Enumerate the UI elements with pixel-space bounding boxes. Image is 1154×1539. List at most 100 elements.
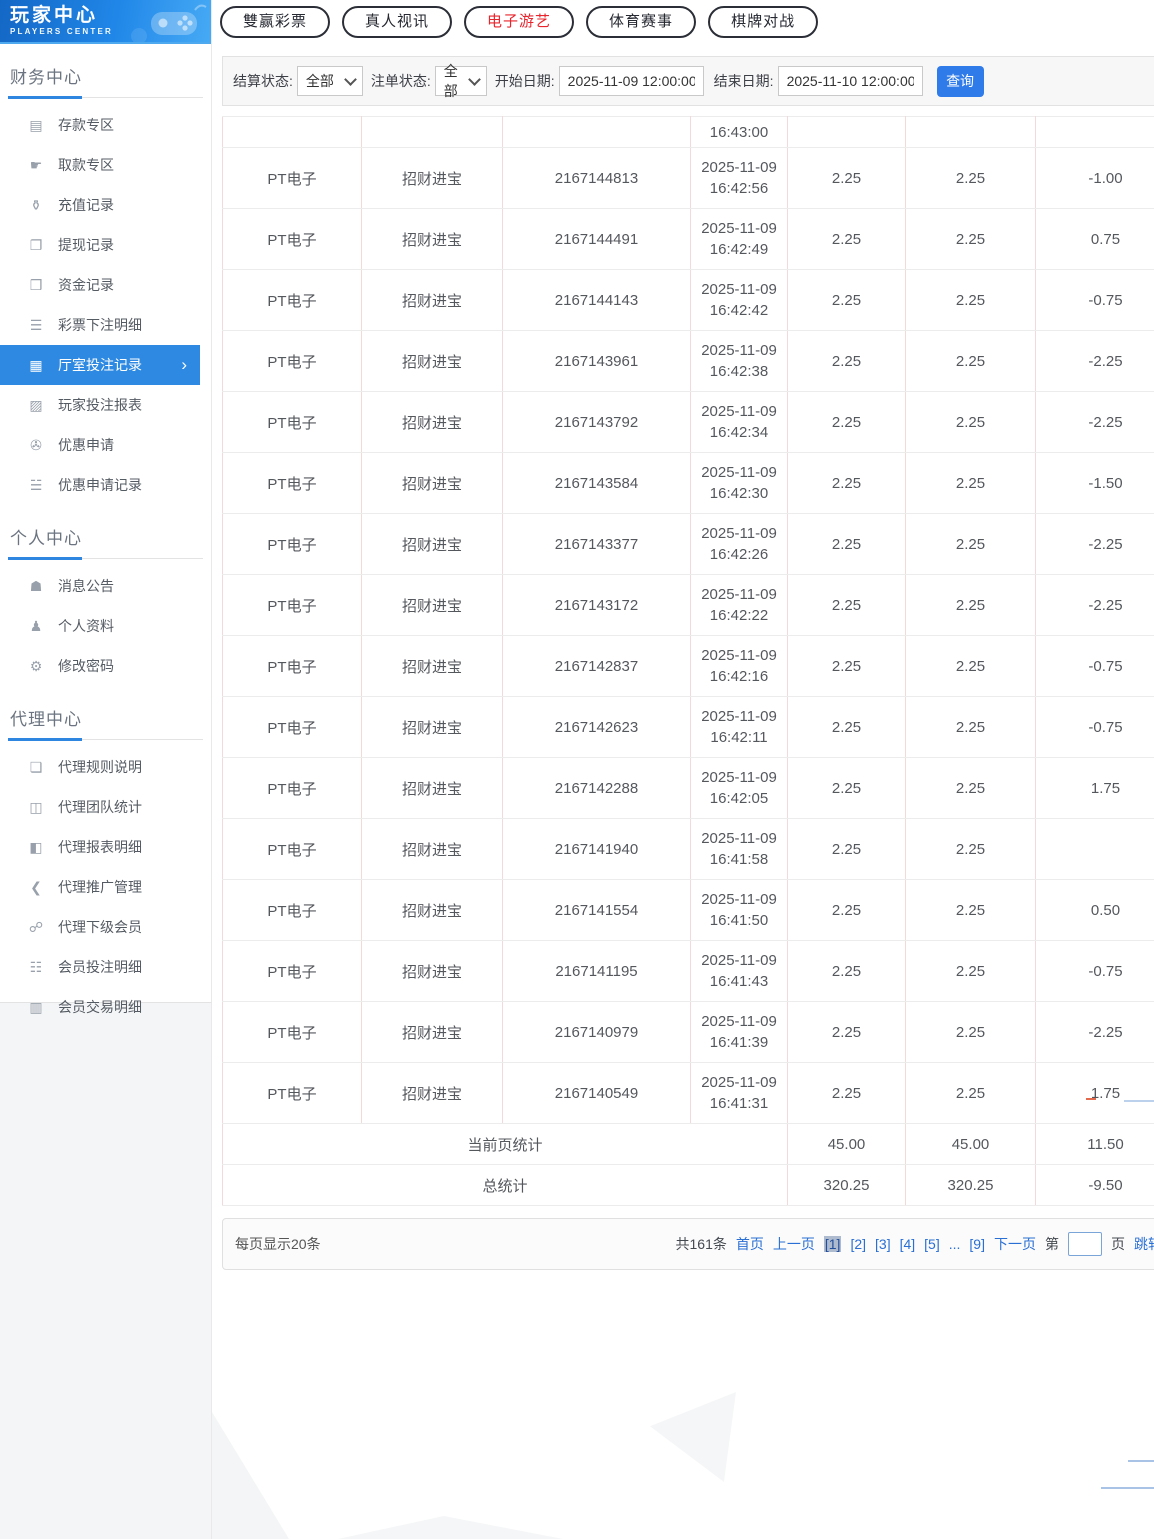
sidebar-section: 财务中心 ▤ 存款专区 ☛ 取款专区 ⚱ 充值记录 ❐ 提现记录 ❒ 资金记录 ☰ 彩票下注明细 ▦ 厅室投… xyxy=(0,57,211,505)
sidebar-item-label: 优惠申请 xyxy=(58,437,114,453)
settle-status-select[interactable]: 全部 xyxy=(296,66,363,96)
sidebar-item-agent-report-details[interactable]: ◧ 代理报表明细 xyxy=(0,827,211,867)
cell-bet-time: 2025-11-09 16:42:49 xyxy=(690,208,788,270)
cell-bet-time: 2025-11-09 16:42:38 xyxy=(690,330,788,392)
page-summary-row: 当前页统计 45.00 45.00 11.50 xyxy=(222,1123,1154,1165)
bet-time: 16:42:05 xyxy=(709,790,769,807)
sidebar-item-change-password[interactable]: ⚙ 修改密码 xyxy=(0,646,211,686)
next-page-link[interactable]: 下一页 xyxy=(994,1234,1036,1254)
order-status-select[interactable]: 全部 xyxy=(434,63,487,99)
document-icon: ❏ xyxy=(29,758,43,775)
cell-win-loss: 1.75 xyxy=(1035,1062,1154,1124)
jump-page-input[interactable] xyxy=(1068,1232,1102,1256)
page-number-9[interactable]: [9] xyxy=(969,1236,985,1252)
cell-game-name: 招财进宝 xyxy=(361,513,503,575)
cell-order-no: 2167141940 xyxy=(502,818,691,880)
cell-game-name: 招财进宝 xyxy=(361,635,503,697)
sidebar-item-lottery-bet-details[interactable]: ☰ 彩票下注明细 xyxy=(0,305,211,345)
sidebar-item-withdraw[interactable]: ☛ 取款专区 xyxy=(0,145,211,185)
cell-order-no: 2167140549 xyxy=(502,1062,691,1124)
cell-bet-amount: 2.25 xyxy=(787,330,906,392)
sidebar-item-label: 取款专区 xyxy=(58,157,114,173)
share-icon: ❮ xyxy=(30,878,42,895)
nav-tab-lottery[interactable]: 雙赢彩票 xyxy=(220,6,331,38)
sidebar-item-announcements[interactable]: ☗ 消息公告 xyxy=(0,566,211,606)
sidebar-item-agent-sub-members[interactable]: ☍ 代理下级会员 xyxy=(0,907,211,947)
bet-date: 2025-11-09 xyxy=(701,281,777,298)
table-row: PT电子 招财进宝 2167142288 2025-11-09 16:42:05 2.25… xyxy=(222,757,1154,819)
cell-order-no: 2167143377 xyxy=(502,513,691,575)
logo[interactable]: 玩家中心 PLAYERS CENTER xyxy=(0,0,211,44)
nav-tab-live-casino[interactable]: 真人视讯 xyxy=(342,6,453,38)
bet-time: 16:41:50 xyxy=(709,912,769,929)
sidebar-item-hall-bet-records[interactable]: ▦ 厅室投注记录 › xyxy=(0,345,200,385)
cell-valid-bet: 2.25 xyxy=(905,635,1036,697)
cell-win-loss: -1.00 xyxy=(1035,147,1154,209)
sidebar-item-label: 提现记录 xyxy=(58,237,114,253)
sidebar-item-profile[interactable]: ♟ 个人资料 xyxy=(0,606,211,646)
cell-game-name: 招财进宝 xyxy=(361,696,503,758)
sidebar-item-promo-apply[interactable]: ✇ 优惠申请 xyxy=(0,425,211,465)
page-number-2[interactable]: [2] xyxy=(850,1236,866,1252)
nav-tab-board-games[interactable]: 棋牌对战 xyxy=(708,6,819,38)
section-items: ☗ 消息公告 ♟ 个人资料 ⚙ 修改密码 xyxy=(0,566,211,686)
bet-time: 16:41:58 xyxy=(709,851,769,868)
section-title: 个人中心 xyxy=(8,518,203,560)
cell-bet-amount: 2.25 xyxy=(787,574,906,636)
cell-bet-time: 2025-11-09 16:42:30 xyxy=(690,452,788,514)
first-page-link[interactable]: 首页 xyxy=(736,1234,764,1254)
sidebar-item-agent-rules[interactable]: ❏ 代理规则说明 xyxy=(0,747,211,787)
sidebar-item-promo-apply-records[interactable]: ☱ 优惠申请记录 xyxy=(0,465,211,505)
page-number-4[interactable]: [4] xyxy=(900,1236,916,1252)
bet-time: 16:42:38 xyxy=(709,363,769,380)
section-title-underline xyxy=(8,96,82,99)
cell-valid-bet: 2.25 xyxy=(905,1001,1036,1063)
cell xyxy=(502,116,691,148)
sidebar-item-label: 消息公告 xyxy=(58,578,114,594)
sidebar-nav: 财务中心 ▤ 存款专区 ☛ 取款专区 ⚱ 充值记录 ❐ 提现记录 ❒ 资金记录 ☰ 彩票下注明细 ▦ 厅室投… xyxy=(0,57,211,1027)
sidebar-item-member-bet-details[interactable]: ☷ 会员投注明细 xyxy=(0,947,211,987)
table-row: PT电子 招财进宝 2167141195 2025-11-09 16:41:43 2.25… xyxy=(222,940,1154,1002)
start-date-input[interactable] xyxy=(558,66,704,96)
cell-bet-amount: 2.25 xyxy=(787,208,906,270)
page-number-3[interactable]: [3] xyxy=(875,1236,891,1252)
cell-bet-amount: 2.25 xyxy=(787,269,906,331)
nav-tab-e-games[interactable]: 电子游艺 xyxy=(464,6,575,38)
per-page-label: 每页显示20条 xyxy=(235,1236,321,1252)
sidebar-item-member-transaction-details[interactable]: ▥ 会员交易明细 xyxy=(0,987,211,1027)
bet-date: 2025-11-09 xyxy=(701,708,777,725)
order-status-value: 全部 xyxy=(443,63,458,99)
sidebar-item-recharge-records[interactable]: ⚱ 充值记录 xyxy=(0,185,211,225)
render-artifact xyxy=(1086,1098,1096,1100)
cell-bet-amount: 2.25 xyxy=(787,147,906,209)
sidebar-item-label: 存款专区 xyxy=(58,117,114,133)
page-number-5[interactable]: [5] xyxy=(924,1236,940,1252)
sidebar-item-funds-records[interactable]: ❒ 资金记录 xyxy=(0,265,211,305)
money-bag-icon: ⚱ xyxy=(30,196,42,213)
jump-action-link[interactable]: 跳转 xyxy=(1134,1234,1154,1254)
sidebar-item-deposit[interactable]: ▤ 存款专区 xyxy=(0,105,211,145)
page-number-1[interactable]: [1] xyxy=(823,1236,842,1252)
sidebar-item-player-bet-report[interactable]: ▨ 玩家投注报表 xyxy=(0,385,211,425)
cell-game-type: PT电子 xyxy=(222,696,362,758)
cell-bet-time: 2025-11-09 16:42:26 xyxy=(690,513,788,575)
prev-page-link[interactable]: 上一页 xyxy=(773,1234,815,1254)
cell-win-loss: -2.25 xyxy=(1035,391,1154,453)
section-title-text: 财务中心 xyxy=(10,68,82,87)
sidebar-item-label: 资金记录 xyxy=(58,277,114,293)
sidebar-item-agent-team-stats[interactable]: ◫ 代理团队统计 xyxy=(0,787,211,827)
cell-game-name: 招财进宝 xyxy=(361,269,503,331)
sidebar-item-withdrawal-records[interactable]: ❐ 提现记录 xyxy=(0,225,211,265)
cell-win-loss: 0.50 xyxy=(1035,879,1154,941)
cell-valid-bet: 2.25 xyxy=(905,147,1036,209)
cell-win-loss: -0.75 xyxy=(1035,635,1154,697)
query-button[interactable]: 查询 xyxy=(936,65,984,97)
nav-tab-sports[interactable]: 体育赛事 xyxy=(586,6,697,38)
summary-win-loss: -9.50 xyxy=(1035,1164,1154,1206)
pagination-bar: 每页显示20条 共161条 首页 上一页 [1] [2] [3] [4] [5]... [9] 下… xyxy=(222,1218,1154,1270)
bet-time: 16:42:56 xyxy=(709,180,769,197)
sidebar-item-agent-promotion[interactable]: ❮ 代理推广管理 xyxy=(0,867,211,907)
cell-game-type: PT电子 xyxy=(222,208,362,270)
end-date-input[interactable] xyxy=(777,66,923,96)
section-items: ❏ 代理规则说明 ◫ 代理团队统计 ◧ 代理报表明细 ❮ 代理推广管理 ☍ 代理下级会员 ☷ 会员投注… xyxy=(0,747,211,1027)
